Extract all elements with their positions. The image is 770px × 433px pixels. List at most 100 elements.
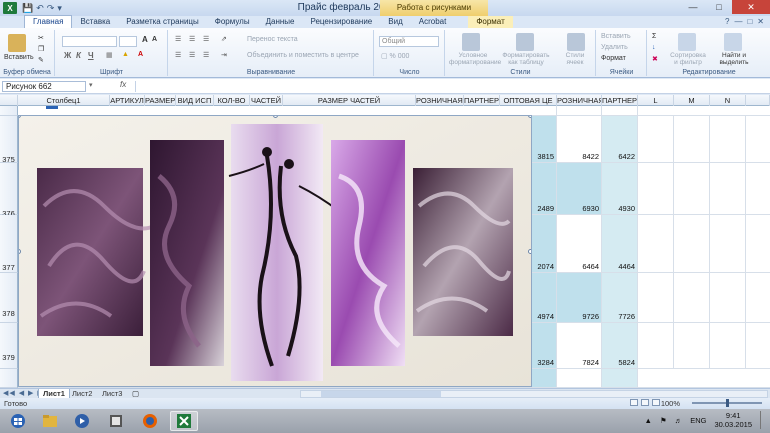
- row-header[interactable]: 377: [0, 215, 18, 273]
- cell-retail[interactable]: 6930: [557, 163, 602, 214]
- cell[interactable]: [638, 116, 674, 162]
- name-box[interactable]: Рисунок 662: [2, 81, 86, 92]
- column-header[interactable]: ПАРТНЕРС: [464, 95, 500, 106]
- cell[interactable]: [674, 323, 710, 368]
- format-painter-icon[interactable]: ✎: [38, 56, 44, 64]
- cell-partner[interactable]: 4464: [602, 215, 638, 272]
- align-bottom-icon[interactable]: ☰: [203, 35, 209, 43]
- conditional-format-button[interactable]: Условное форматирование: [449, 52, 501, 66]
- clear-icon[interactable]: ✖: [652, 55, 658, 63]
- tab-home[interactable]: Главная: [24, 15, 73, 28]
- cell[interactable]: [710, 323, 746, 368]
- cell[interactable]: [710, 116, 746, 162]
- column-header[interactable]: ПАРТНЕРС: [602, 95, 638, 106]
- column-header[interactable]: РОЗНИЧНАЯ Ц: [416, 95, 464, 106]
- page-break-view-icon[interactable]: [652, 399, 660, 406]
- format-as-table-icon[interactable]: [516, 33, 534, 51]
- cell-partner[interactable]: 6422: [602, 116, 638, 162]
- page-layout-view-icon[interactable]: [641, 399, 649, 406]
- column-header[interactable]: ОПТОВАЯ ЦЕ: [500, 95, 557, 106]
- zoom-slider[interactable]: [692, 399, 762, 407]
- paste-icon[interactable]: [8, 34, 26, 52]
- cell[interactable]: [674, 116, 710, 162]
- start-button[interactable]: [4, 411, 32, 431]
- column-header[interactable]: РАЗМЕР: [145, 95, 176, 106]
- cell[interactable]: [710, 163, 746, 214]
- copy-icon[interactable]: ❐: [38, 45, 44, 53]
- column-header[interactable]: КОЛ-ВО: [214, 95, 250, 106]
- zoom-knob[interactable]: [726, 399, 729, 407]
- column-header[interactable]: ВИД ИСП: [176, 95, 214, 106]
- flag-icon[interactable]: ⚑: [660, 416, 667, 425]
- column-header[interactable]: Столбец1: [18, 95, 110, 106]
- resize-handle[interactable]: [528, 249, 531, 254]
- cell[interactable]: [532, 106, 557, 115]
- align-middle-icon[interactable]: ☰: [189, 35, 195, 43]
- cell[interactable]: [674, 215, 710, 272]
- network-icon[interactable]: ▲: [645, 416, 652, 425]
- format-as-table-button[interactable]: Форматировать как таблицу: [500, 52, 552, 66]
- row-header[interactable]: [0, 369, 18, 388]
- underline-button[interactable]: Ч: [88, 51, 94, 60]
- resize-handle[interactable]: [528, 116, 531, 118]
- formula-input[interactable]: [135, 81, 765, 92]
- align-top-icon[interactable]: ☰: [175, 35, 181, 43]
- cell-partner[interactable]: 7726: [602, 273, 638, 322]
- font-name-combo[interactable]: [62, 36, 117, 47]
- insert-cells-button[interactable]: Вставить: [601, 33, 631, 40]
- tab-data[interactable]: Данные: [258, 16, 303, 28]
- cell-wholesale[interactable]: 3815: [532, 116, 557, 162]
- number-format-combo[interactable]: Общий: [379, 36, 439, 47]
- shrink-font-button[interactable]: A: [152, 36, 157, 43]
- tab-acrobat[interactable]: Acrobat: [411, 16, 455, 28]
- column-header[interactable]: N: [710, 95, 746, 106]
- column-header[interactable]: ЧАСТЕЙ: [250, 95, 283, 106]
- cut-icon[interactable]: ✂: [38, 34, 44, 42]
- cell-partner[interactable]: 5824: [602, 323, 638, 368]
- scroll-thumb[interactable]: [321, 391, 441, 397]
- cell-styles-button[interactable]: Стили ячеек: [560, 52, 590, 66]
- ribbon-restore-icon[interactable]: □: [747, 16, 752, 28]
- cell-wholesale[interactable]: 2489: [532, 163, 557, 214]
- conditional-format-icon[interactable]: [462, 33, 480, 51]
- find-select-icon[interactable]: [724, 33, 742, 51]
- zoom-level[interactable]: 100%: [661, 399, 680, 408]
- firefox-icon[interactable]: [136, 411, 164, 431]
- cell-wholesale[interactable]: 3284: [532, 323, 557, 368]
- normal-view-icon[interactable]: [630, 399, 638, 406]
- indent-icon[interactable]: ⇥: [221, 51, 227, 59]
- show-desktop-button[interactable]: [760, 411, 766, 429]
- cell[interactable]: [602, 369, 638, 387]
- delete-cells-button[interactable]: Удалить: [601, 44, 628, 51]
- grow-font-button[interactable]: A: [142, 35, 148, 44]
- italic-button[interactable]: К: [76, 51, 81, 60]
- cell-retail[interactable]: 7824: [557, 323, 602, 368]
- minimize-button[interactable]: —: [680, 0, 706, 14]
- tab-page-layout[interactable]: Разметка страницы: [118, 16, 207, 28]
- cell[interactable]: [674, 163, 710, 214]
- cell[interactable]: [602, 106, 638, 115]
- currency-icon[interactable]: ▢ % 000: [381, 52, 409, 60]
- horizontal-scrollbar[interactable]: [300, 390, 768, 398]
- cell[interactable]: [638, 323, 674, 368]
- format-cells-button[interactable]: Формат: [601, 55, 626, 62]
- fill-icon[interactable]: ↓: [652, 44, 656, 51]
- cell-retail[interactable]: 9726: [557, 273, 602, 322]
- volume-icon[interactable]: ♬: [675, 416, 683, 425]
- borders-icon[interactable]: ▦: [106, 51, 113, 59]
- column-header[interactable]: АРТИКУЛ: [110, 95, 145, 106]
- autosum-icon[interactable]: Σ: [652, 33, 656, 40]
- media-player-icon[interactable]: [68, 411, 96, 431]
- sort-filter-icon[interactable]: [678, 33, 696, 51]
- ribbon-minimize-icon[interactable]: —: [734, 16, 742, 28]
- merge-center-button[interactable]: Объединить и поместить в центре: [247, 52, 359, 59]
- align-right-icon[interactable]: ☰: [203, 51, 209, 59]
- ribbon-close-icon[interactable]: ✕: [757, 16, 764, 28]
- bold-button[interactable]: Ж: [64, 51, 71, 60]
- cell[interactable]: [638, 163, 674, 214]
- column-header-empty[interactable]: [746, 95, 770, 106]
- close-button[interactable]: ✕: [732, 0, 770, 14]
- row-header[interactable]: [0, 106, 18, 116]
- cell-wholesale[interactable]: 4974: [532, 273, 557, 322]
- excel-taskbar-icon[interactable]: [170, 411, 198, 431]
